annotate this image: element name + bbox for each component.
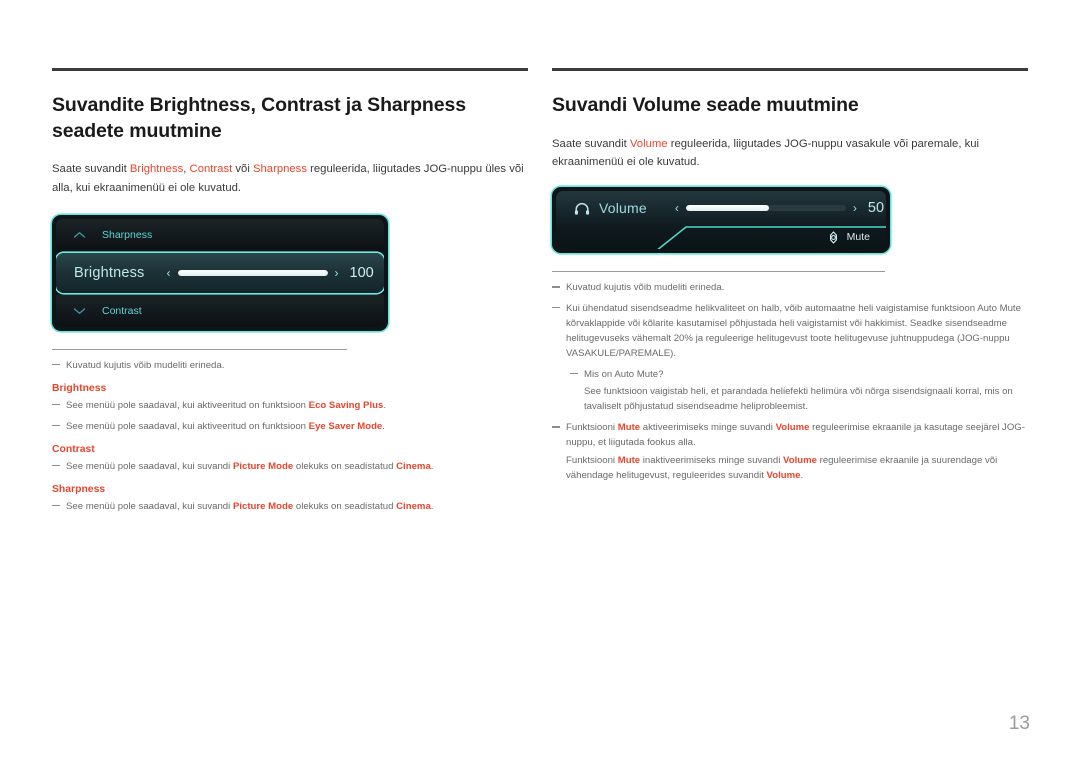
slider-fill [177, 270, 328, 277]
note-text: olekuks on seadistatud [293, 460, 397, 472]
term-contrast: Contrast [189, 163, 233, 176]
note-mute-activate: Funktsiooni Mute aktiveerimiseks minge s… [552, 421, 1028, 451]
intro-paragraph-right: Saate suvandit Volume reguleerida, liigu… [552, 135, 1028, 172]
osd-row-label: Volume [599, 200, 647, 217]
brightness-value: 100 [349, 265, 374, 282]
note-text: See menüü pole saadaval, kui aktiveeritu… [66, 420, 309, 432]
left-notes: Kuvatud kujutis võib mudeliti erineda. B… [52, 349, 528, 514]
note-model-differs: Kuvatud kujutis võib mudeliti erineda. [52, 359, 528, 374]
brightness-slider[interactable]: ‹ › 100 [167, 265, 374, 281]
osd-row-label: Brightness [74, 265, 145, 282]
right-notes: Kuvatud kujutis võib mudeliti erineda. K… [552, 271, 1028, 483]
headphones-icon [574, 202, 590, 215]
right-column: Suvandi Volume seade muutmine Saate suva… [552, 68, 1028, 490]
term-cinema: Cinema [396, 500, 431, 512]
note-text: . [382, 420, 385, 432]
mute-label: Mute [846, 231, 870, 244]
note-text: See menüü pole saadaval, kui suvandi [66, 500, 233, 512]
document-page: Suvandite Brightness, Contrast ja Sharpn… [0, 0, 1080, 763]
term-volume: Volume [629, 137, 668, 150]
term-volume: Volume [766, 469, 801, 481]
osd-row-label: Sharpness [102, 229, 153, 242]
osd-row-label: Contrast [102, 305, 142, 318]
note-text: Funktsiooni [566, 454, 618, 466]
term-volume: Volume [783, 454, 817, 466]
chevron-up-icon [56, 231, 102, 239]
note-text: . [800, 469, 804, 481]
note-sharpness-cinema: See menüü pole saadaval, kui suvandi Pic… [52, 500, 528, 515]
intro-text: või [232, 163, 253, 176]
note-text: aktiveerimiseks minge suvandi [640, 422, 776, 434]
osd-volume-menu: Volume ‹ › 50 Mute [552, 187, 890, 254]
term-picture-mode: Picture Mode [232, 460, 294, 472]
osd-inner: Sharpness Brightness ‹ › 100 Contrast [56, 219, 384, 328]
note-text: Funktsiooni [566, 422, 618, 434]
arrow-left-icon[interactable]: ‹ [675, 202, 679, 214]
osd-inner: Volume ‹ › 50 Mute [556, 191, 886, 250]
term-cinema: Cinema [396, 460, 431, 472]
note-text: olekuks on seadistatud [293, 500, 397, 512]
intro-text: Saate suvandit [552, 137, 630, 150]
arrow-right-icon[interactable]: › [335, 267, 339, 279]
note-heading-brightness: Brightness [52, 382, 107, 394]
page-title-right: Suvandi Volume seade muutmine [552, 94, 859, 116]
note-auto-mute: Kui ühendatud sisendseadme helikvaliteet… [552, 302, 1028, 361]
notes-divider [552, 271, 886, 273]
page-title-left: Suvandite Brightness, Contrast ja Sharpn… [52, 94, 466, 142]
note-text: See menüü pole saadaval, kui aktiveeritu… [66, 399, 309, 411]
section-rule-top [552, 68, 1028, 71]
term-mute: Mute [617, 422, 641, 434]
section-rule-top [52, 68, 528, 71]
note-brightness-eco: See menüü pole saadaval, kui aktiveeritu… [52, 399, 528, 414]
slider-track[interactable] [177, 270, 328, 277]
osd-row-mute[interactable]: Mute [556, 225, 886, 250]
note-text: See menüü pole saadaval, kui suvandi [66, 460, 233, 472]
term-eco-saving-plus: Eco Saving Plus [308, 399, 384, 411]
term-eye-saver-mode: Eye Saver Mode [308, 420, 383, 432]
volume-value: 50 [867, 200, 885, 217]
note-model-differs: Kuvatud kujutis võib mudeliti erineda. [552, 281, 1028, 296]
slider-track[interactable] [685, 205, 846, 212]
note-text: . [430, 500, 434, 512]
note-heading-sharpness: Sharpness [52, 483, 106, 495]
osd-row-contrast[interactable]: Contrast [56, 295, 384, 328]
note-what-is-auto-mute: Mis on Auto Mute? [570, 368, 1028, 383]
osd-row-sharpness[interactable]: Sharpness [56, 219, 384, 252]
note-mute-deactivate: Funktsiooni Mute inaktiveerimiseks minge… [552, 454, 1028, 484]
term-mute: Mute [617, 454, 641, 466]
note-heading-contrast: Contrast [52, 443, 95, 455]
jog-button-icon [826, 231, 841, 244]
left-column: Suvandite Brightness, Contrast ja Sharpn… [52, 68, 528, 520]
note-text: inaktiveerimiseks minge suvandi [640, 454, 784, 466]
term-picture-mode: Picture Mode [232, 500, 294, 512]
volume-slider[interactable]: ‹ › 50 [675, 200, 884, 216]
chevron-down-icon [56, 307, 102, 315]
arrow-left-icon[interactable]: ‹ [167, 267, 171, 279]
note-text: . [430, 460, 434, 472]
note-brightness-eyesaver: See menüü pole saadaval, kui aktiveeritu… [52, 420, 528, 435]
term-volume: Volume [775, 422, 810, 434]
arrow-right-icon[interactable]: › [853, 202, 857, 214]
intro-text: Saate suvandit [52, 163, 130, 176]
note-auto-mute-answer: See funktsioon vaigistab heli, et parand… [584, 386, 1013, 413]
intro-paragraph-left: Saate suvandit Brightness, Contrast või … [52, 160, 528, 197]
note-text: . [383, 399, 386, 411]
slider-fill [685, 205, 770, 212]
note-contrast-cinema: See menüü pole saadaval, kui suvandi Pic… [52, 460, 528, 475]
osd-row-volume[interactable]: Volume ‹ › 50 [556, 191, 886, 226]
term-sharpness: Sharpness [252, 163, 307, 176]
page-number: 13 [1008, 713, 1030, 734]
osd-row-brightness-selected[interactable]: Brightness ‹ › 100 [56, 253, 384, 294]
term-brightness: Brightness [129, 163, 184, 176]
osd-brightness-menu: Sharpness Brightness ‹ › 100 Contrast [52, 215, 388, 332]
notes-divider [52, 349, 348, 351]
